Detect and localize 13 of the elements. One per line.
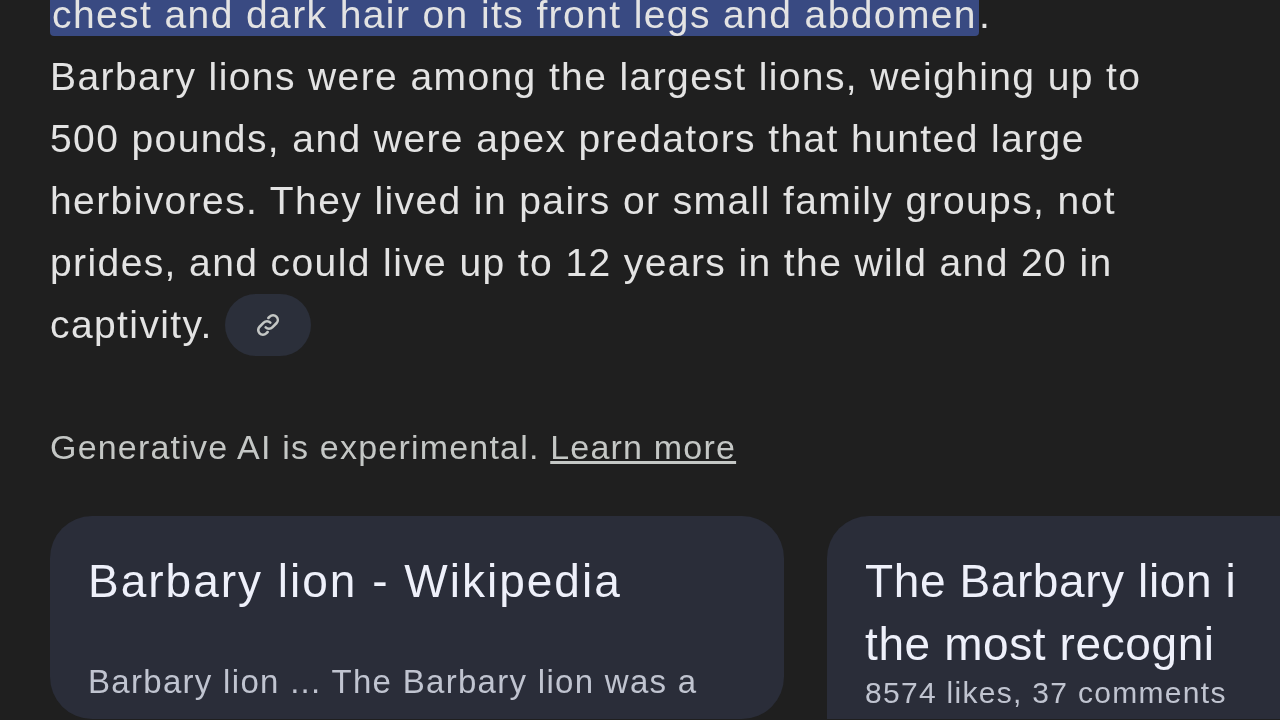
paragraph-line: captivity. xyxy=(50,302,213,348)
paragraph-line: prides, and could live up to 12 years in the wild and 20 in xyxy=(50,240,1113,286)
paragraph-line: 500 pounds, and were apex predators that hunted large xyxy=(50,116,1085,162)
paragraph-line: Barbary lions were among the largest lions, weighing up to xyxy=(50,54,1142,100)
card-snippet: Barbary lion ... The Barbary lion was a xyxy=(88,662,699,702)
disclaimer-text: Generative AI is experimental. xyxy=(50,428,540,466)
card-title: The Barbary lion i the most recogni xyxy=(865,554,1237,672)
card-title: Barbary lion - Wikipedia xyxy=(88,554,623,609)
source-card[interactable]: The Barbary lion i the most recogni 8574 likes, 37 comments xyxy=(827,516,1280,719)
source-card[interactable]: Barbary lion - Wikipedia Barbary lion ... The Barbary lion was a xyxy=(50,516,784,719)
paragraph-line: herbivores. They lived in pairs or small family groups, not xyxy=(50,178,1116,224)
learn-more-link[interactable]: Learn more xyxy=(550,428,737,466)
card-snippet: 8574 likes, 37 comments xyxy=(865,678,1228,708)
